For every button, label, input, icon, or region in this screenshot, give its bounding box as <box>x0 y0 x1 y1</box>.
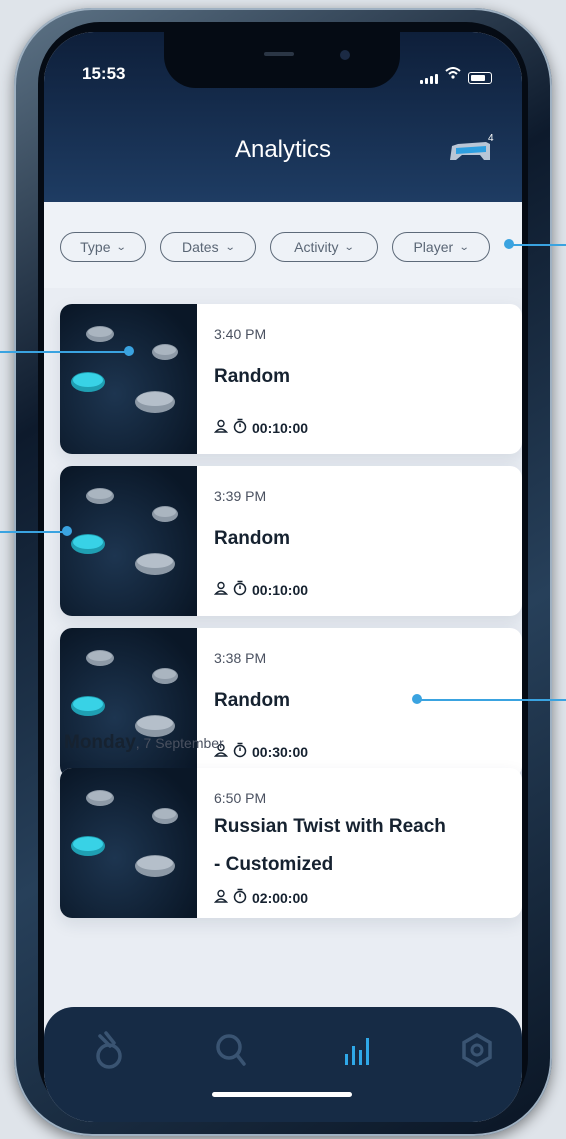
callout-dot <box>504 239 514 249</box>
callout-line <box>0 351 130 353</box>
home-indicator <box>212 1092 352 1097</box>
session-time: 3:39 PM <box>214 488 267 504</box>
filter-dates-label: Dates <box>182 239 219 255</box>
day-heading: Monday, 7 September <box>64 732 224 754</box>
session-meta: 02:00:00 <box>213 888 309 907</box>
callout-dot <box>412 694 422 704</box>
battery-icon <box>468 72 492 84</box>
session-thumbnail <box>60 304 197 454</box>
session-title-line1: Russian Twist with Reach <box>214 816 446 837</box>
person-icon <box>213 581 229 598</box>
session-card[interactable]: 3:39 PM Random 00:10:00 <box>60 466 522 616</box>
app-header: 15:53 Analytics 4 <box>44 32 522 202</box>
session-title: Random <box>214 366 290 387</box>
session-card[interactable]: 3:38 PM Random 00:30:00 <box>60 628 522 778</box>
tab-analytics[interactable] <box>332 1027 382 1077</box>
chevron-down-icon: ⌄ <box>116 241 128 253</box>
session-duration: 00:10:00 <box>252 581 309 598</box>
chevron-down-icon: ⌄ <box>344 241 356 253</box>
session-duration: 00:10:00 <box>252 419 309 436</box>
chevron-down-icon: ⌄ <box>458 241 470 253</box>
filter-bar: Type ⌄ Dates ⌄ Activity ⌄ Player ⌄ <box>44 202 522 288</box>
session-duration: 02:00:00 <box>252 889 309 906</box>
chevron-down-icon: ⌄ <box>224 241 236 253</box>
filter-type-label: Type <box>80 239 111 255</box>
timer-icon <box>232 580 248 599</box>
search-icon <box>215 1033 247 1072</box>
session-card[interactable]: 6:50 PM Russian Twist with Reach - Custo… <box>60 768 522 918</box>
tab-home[interactable] <box>84 1027 134 1077</box>
tab-search[interactable] <box>206 1027 256 1077</box>
settings-icon <box>459 1032 495 1073</box>
timer-icon <box>232 418 248 437</box>
person-icon <box>213 889 229 906</box>
day-name: Monday <box>64 732 136 753</box>
callout-line <box>509 244 566 246</box>
speaker <box>264 52 294 56</box>
callout-line <box>0 531 66 533</box>
session-time: 3:40 PM <box>214 326 267 342</box>
controller-badge: 4 <box>488 133 494 144</box>
session-thumbnail <box>60 466 197 616</box>
callout-line <box>420 699 566 701</box>
session-title-line2: - Customized <box>214 854 334 875</box>
filter-activity[interactable]: Activity ⌄ <box>270 232 378 262</box>
filter-activity-label: Activity <box>294 239 339 255</box>
analytics-icon <box>343 1034 371 1071</box>
day-date: , 7 September <box>135 735 224 751</box>
callout-dot <box>124 346 134 356</box>
session-thumbnail <box>60 628 197 778</box>
status-icons <box>420 66 492 84</box>
session-card[interactable]: 3:40 PM Random 00:10:00 <box>60 304 522 454</box>
callout-dot <box>62 526 72 536</box>
timer-icon <box>232 742 248 761</box>
notch <box>164 32 400 88</box>
person-icon <box>213 419 229 436</box>
session-time: 6:50 PM <box>214 790 267 806</box>
session-title: Random <box>214 690 290 711</box>
session-meta: 00:30:00 <box>213 742 309 761</box>
filter-player[interactable]: Player ⌄ <box>392 232 490 262</box>
filter-player-label: Player <box>413 239 454 255</box>
session-meta: 00:10:00 <box>213 580 309 599</box>
session-meta: 00:10:00 <box>213 418 309 437</box>
session-title: Random <box>214 528 290 549</box>
session-time: 3:38 PM <box>214 650 267 666</box>
tab-settings[interactable] <box>452 1027 502 1077</box>
session-duration: 00:30:00 <box>252 743 309 760</box>
wifi-icon <box>445 66 461 84</box>
status-time: 15:53 <box>82 64 126 83</box>
timer-icon <box>232 888 248 907</box>
filter-type[interactable]: Type ⌄ <box>60 232 146 262</box>
bottom-tab-bar <box>44 1007 522 1122</box>
camera <box>340 50 350 60</box>
controller-icon[interactable]: 4 <box>446 132 496 168</box>
session-thumbnail <box>60 768 197 918</box>
hand-icon <box>92 1030 126 1075</box>
filter-dates[interactable]: Dates ⌄ <box>160 232 256 262</box>
signal-icon <box>420 74 438 84</box>
app-screen: 15:53 Analytics 4 Type ⌄ Dates ⌄ Activit… <box>44 32 522 1122</box>
